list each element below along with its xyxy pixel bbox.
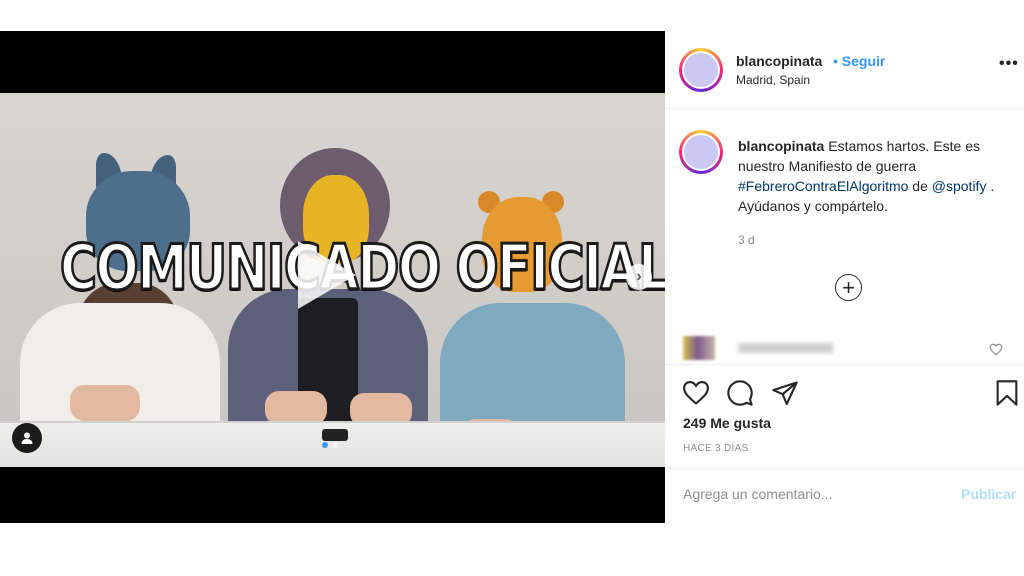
caption-avatar[interactable] [679,130,723,174]
separator-dot: • [833,53,838,69]
comment-box: Publicar [665,468,1024,523]
blurred-comment [683,336,983,360]
post-actions: 249 Me gusta HACE 3 DÍAS [665,364,1024,468]
load-more-comments-icon[interactable]: + [835,274,862,301]
comment-like-heart-icon[interactable] [989,343,1003,356]
publish-button[interactable]: Publicar [961,486,1016,502]
follow-label[interactable]: Seguir [842,53,886,69]
caption-mention[interactable]: @spotify [932,178,987,194]
header-username[interactable]: blancopinata [736,53,822,69]
user-tag-icon[interactable] [12,423,42,453]
comment-input[interactable] [683,486,923,502]
more-options-icon[interactable]: ••• [999,55,1019,73]
blurred-text [738,343,833,353]
follow-button[interactable]: • Seguir [833,53,885,69]
carousel-dots [322,442,338,448]
share-icon[interactable] [771,379,799,407]
comment-icon[interactable] [726,379,754,407]
chevron-right-icon[interactable]: › [626,264,652,290]
carousel-dot-active [322,442,328,448]
post-date: HACE 3 DÍAS [683,443,749,454]
likes-count[interactable]: 249 Me gusta [683,415,771,431]
caption-age: 3 d [738,233,755,247]
post-media[interactable]: COMUNICADO OFICIAL › [0,31,665,523]
avatar[interactable] [679,48,723,92]
carousel-dot[interactable] [332,442,338,448]
bookmark-icon[interactable] [993,379,1021,407]
video-frame[interactable]: COMUNICADO OFICIAL › [0,93,665,467]
post-header: blancopinata • Seguir Madrid, Spain ••• [665,31,1024,109]
heart-icon[interactable] [682,379,710,407]
phone-on-table [322,429,348,441]
play-icon[interactable] [298,241,356,309]
post-location[interactable]: Madrid, Spain [736,73,810,87]
post-panel: blancopinata • Seguir Madrid, Spain ••• … [665,31,1024,523]
blurred-avatar [683,336,715,360]
post-caption: blancopinata Estamos hartos. Este es nue… [738,136,1008,216]
caption-username[interactable]: blancopinata [738,138,824,154]
caption-hashtag[interactable]: #FebreroContraElAlgoritmo [738,178,908,194]
caption-text-2: de [912,178,928,194]
